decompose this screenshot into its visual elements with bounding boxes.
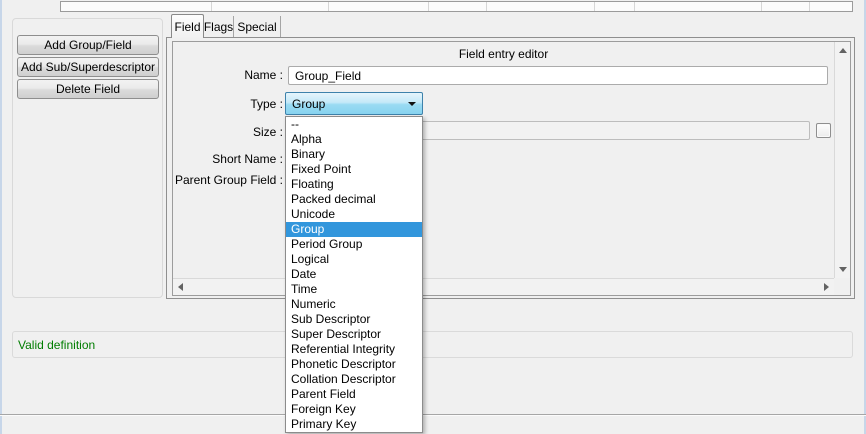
- field-entry-editor-groupbox: Field entry editor Name : Group_Field Ty…: [172, 41, 851, 296]
- dropdown-option[interactable]: Logical: [286, 252, 422, 267]
- dropdown-option[interactable]: Floating: [286, 177, 422, 192]
- dropdown-option[interactable]: Period Group: [286, 237, 422, 252]
- dropdown-option[interactable]: Binary: [286, 147, 422, 162]
- table-column-divider: [809, 2, 810, 11]
- scroll-up-icon[interactable]: [839, 48, 847, 53]
- parent-group-field-label: Parent Group Field :: [174, 173, 283, 187]
- tab-flags[interactable]: Flags: [204, 16, 234, 37]
- delete-field-button[interactable]: Delete Field: [17, 79, 159, 99]
- size-label: Size :: [252, 125, 283, 139]
- dropdown-option[interactable]: Group: [286, 222, 422, 237]
- dropdown-option[interactable]: Collation Descriptor: [286, 372, 422, 387]
- name-input[interactable]: Group_Field: [288, 66, 828, 85]
- table-column-divider: [211, 2, 212, 11]
- dropdown-option[interactable]: Sub Descriptor: [286, 312, 422, 327]
- short-name-label: Short Name :: [212, 152, 283, 166]
- bottom-panel-divider: [0, 414, 866, 416]
- table-column-divider: [486, 2, 487, 11]
- add-sub-superdescriptor-button[interactable]: Add Sub/Superdescriptor: [17, 57, 159, 77]
- scroll-left-icon[interactable]: [178, 283, 183, 291]
- editor-title: Field entry editor: [458, 47, 549, 61]
- dropdown-option[interactable]: Packed decimal: [286, 192, 422, 207]
- dropdown-option[interactable]: Fixed Point: [286, 162, 422, 177]
- dropdown-option[interactable]: Primary Key: [286, 417, 422, 432]
- tab-field[interactable]: Field: [171, 14, 204, 38]
- tab-special[interactable]: Special: [234, 16, 281, 37]
- scroll-down-icon[interactable]: [839, 267, 847, 272]
- dropdown-option[interactable]: Unicode: [286, 207, 422, 222]
- size-checkbox[interactable]: [816, 123, 831, 138]
- name-label: Name :: [244, 68, 283, 82]
- dropdown-option[interactable]: Referential Integrity: [286, 342, 422, 357]
- editor-horizontal-scrollbar[interactable]: [173, 278, 834, 295]
- status-message: Valid definition: [18, 337, 96, 352]
- chevron-down-icon: [408, 102, 416, 106]
- type-combobox-value: Group: [292, 96, 326, 111]
- dropdown-option[interactable]: Foreign Key: [286, 402, 422, 417]
- field-actions-panel: Add Group/Field Add Sub/Superdescriptor …: [12, 18, 163, 298]
- type-dropdown-list: -- Alpha Binary Fixed Point Floating Packed d…: [285, 116, 423, 433]
- dropdown-option[interactable]: Time: [286, 282, 422, 297]
- dropdown-option[interactable]: Super Descriptor: [286, 327, 422, 342]
- type-label: Type :: [250, 97, 283, 111]
- editor-vertical-scrollbar[interactable]: [834, 42, 850, 278]
- status-bar: Valid definition: [12, 331, 853, 358]
- table-column-divider: [634, 2, 635, 11]
- field-table-partial-row: [60, 1, 853, 12]
- table-column-divider: [328, 2, 329, 11]
- field-tab-panel: Field entry editor Name : Group_Field Ty…: [166, 37, 855, 299]
- dropdown-option[interactable]: Date: [286, 267, 422, 282]
- scroll-right-icon[interactable]: [824, 283, 829, 291]
- dropdown-option[interactable]: Numeric: [286, 297, 422, 312]
- add-group-field-button[interactable]: Add Group/Field: [17, 35, 159, 55]
- dropdown-option[interactable]: --: [286, 117, 422, 132]
- table-column-divider: [761, 2, 762, 11]
- type-combobox[interactable]: Group: [285, 92, 423, 115]
- dropdown-option[interactable]: Phonetic Descriptor: [286, 357, 422, 372]
- table-column-divider: [594, 2, 595, 11]
- window-left-edge: [0, 0, 2, 434]
- dropdown-option[interactable]: Alpha: [286, 132, 422, 147]
- table-column-divider: [428, 2, 429, 11]
- dropdown-option[interactable]: Parent Field: [286, 387, 422, 402]
